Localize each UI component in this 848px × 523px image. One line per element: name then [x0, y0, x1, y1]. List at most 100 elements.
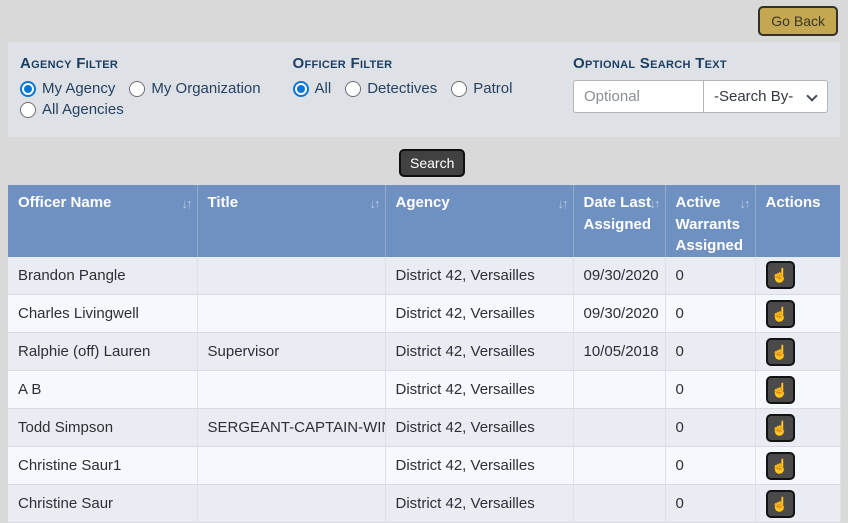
hand-pointer-icon: ☝ — [771, 307, 788, 321]
column-header-actions: Actions — [755, 185, 840, 257]
radio-option-patrol[interactable]: Patrol — [451, 80, 512, 97]
officer-filter-label: Officer Filter — [293, 55, 573, 72]
optional-search-input[interactable] — [573, 80, 703, 113]
sort-icon[interactable]: ↓↑ — [182, 193, 191, 215]
hand-pointer-icon: ☝ — [771, 268, 788, 282]
cell-title: Supervisor — [197, 333, 385, 371]
column-header-date-last-assigned[interactable]: Date Last Assigned↓↑ — [573, 185, 665, 257]
table-row: Christine Saur1 District 42, Versailles 0 ☝ — [8, 447, 840, 485]
cell-agency: District 42, Versailles — [385, 447, 573, 485]
officer-filter-options: All Detectives Patrol — [293, 80, 555, 97]
cell-officer-name: Ralphie (off) Lauren — [8, 333, 197, 371]
cell-actions: ☝ — [755, 485, 840, 523]
radio-option-detectives[interactable]: Detectives — [345, 80, 437, 97]
select-officer-button[interactable]: ☝ — [766, 376, 795, 404]
cell-officer-name: A B — [8, 371, 197, 409]
cell-date-last-assigned — [573, 485, 665, 523]
cell-date-last-assigned: 09/30/2020 — [573, 295, 665, 333]
select-officer-button[interactable]: ☝ — [766, 261, 795, 289]
column-header-active-warrants-assigned[interactable]: Active Warrants Assigned↓↑ — [665, 185, 755, 257]
cell-officer-name: Todd Simpson — [8, 409, 197, 447]
table-row: Charles Livingwell District 42, Versaille… — [8, 295, 840, 333]
radio-option-label: All — [315, 80, 332, 97]
select-officer-button[interactable]: ☝ — [766, 300, 795, 328]
radio-button-icon[interactable] — [129, 81, 145, 97]
radio-button-icon[interactable] — [20, 102, 36, 118]
cell-officer-name: Brandon Pangle — [8, 257, 197, 295]
radio-button-icon[interactable] — [20, 81, 36, 97]
cell-actions: ☝ — [755, 295, 840, 333]
cell-active-warrants: 0 — [665, 485, 755, 523]
select-officer-button[interactable]: ☝ — [766, 452, 795, 480]
search-controls: -Search By- — [573, 80, 828, 113]
cell-date-last-assigned: 10/05/2018 — [573, 333, 665, 371]
column-header-label: Active Warrants Assigned — [676, 194, 744, 254]
select-officer-button[interactable]: ☝ — [766, 338, 795, 366]
agency-filter-options: My Agency My Organization All Agencies — [20, 80, 282, 118]
radio-option-label: My Organization — [151, 80, 260, 97]
search-by-select[interactable]: -Search By- — [703, 80, 828, 113]
column-header-agency[interactable]: Agency ↓↑ — [385, 185, 573, 257]
optional-search-label: Optional Search Text — [573, 55, 828, 72]
radio-option-all[interactable]: All — [293, 80, 332, 97]
cell-agency: District 42, Versailles — [385, 371, 573, 409]
column-header-title[interactable]: Title ↓↑ — [197, 185, 385, 257]
filter-panel: Agency Filter My AgencyMy OrganizationAl… — [8, 42, 840, 137]
hand-pointer-icon: ☝ — [771, 345, 788, 359]
radio-option-label: Patrol — [473, 80, 512, 97]
sort-icon[interactable]: ↓↑ — [370, 193, 379, 215]
table-row: Christine SaurDistrict 42, Versailles0☝ — [8, 485, 840, 523]
hand-pointer-icon: ☝ — [771, 421, 788, 435]
column-header-label: Officer Name — [18, 194, 111, 211]
hand-pointer-icon: ☝ — [771, 383, 788, 397]
radio-button-icon[interactable] — [451, 81, 467, 97]
cell-actions: ☝ — [755, 257, 840, 295]
cell-active-warrants: 0 — [665, 257, 755, 295]
column-header-label: Actions — [766, 194, 821, 211]
cell-officer-name: Christine Saur1 — [8, 447, 197, 485]
column-header-label: Agency — [396, 194, 450, 211]
radio-button-icon[interactable] — [293, 81, 309, 97]
radio-option-label: All Agencies — [42, 101, 124, 118]
radio-option-all-agencies[interactable]: All Agencies — [20, 101, 124, 118]
table-row: Ralphie (off) LaurenSupervisorDistrict 4… — [8, 333, 840, 371]
cell-active-warrants: 0 — [665, 447, 755, 485]
cell-title — [197, 447, 385, 485]
table-header-row: Officer Name↓↑Title↓↑Agency↓↑Date Last A… — [8, 185, 840, 257]
cell-active-warrants: 0 — [665, 333, 755, 371]
radio-option-label: My Agency — [42, 80, 115, 97]
radio-option-label: Detectives — [367, 80, 437, 97]
go-back-button[interactable]: Go Back — [758, 6, 838, 36]
cell-active-warrants: 0 — [665, 295, 755, 333]
radio-option-my-agency[interactable]: My Agency — [20, 80, 115, 97]
column-header-officer-name[interactable]: Officer Name ↓↑ — [8, 185, 197, 257]
column-header-label: Date Last Assigned — [584, 194, 652, 233]
cell-title — [197, 257, 385, 295]
cell-agency: District 42, Versailles — [385, 295, 573, 333]
cell-agency: District 42, Versailles — [385, 409, 573, 447]
agency-filter-group: Agency Filter My AgencyMy OrganizationAl… — [20, 55, 293, 137]
sort-icon[interactable]: ↓↑ — [558, 193, 567, 215]
radio-button-icon[interactable] — [345, 81, 361, 97]
chevron-down-icon — [806, 90, 817, 101]
cell-date-last-assigned — [573, 447, 665, 485]
sort-icon[interactable]: ↓↑ — [740, 193, 749, 215]
radio-option-my-organization[interactable]: My Organization — [129, 80, 260, 97]
hand-pointer-icon: ☝ — [771, 459, 788, 473]
search-by-selected-value: -Search By- — [714, 88, 793, 105]
cell-agency: District 42, Versailles — [385, 333, 573, 371]
hand-pointer-icon: ☝ — [771, 497, 788, 511]
column-header-label: Title — [208, 194, 239, 211]
select-officer-button[interactable]: ☝ — [766, 490, 795, 518]
search-button[interactable]: Search — [399, 149, 465, 177]
cell-active-warrants: 0 — [665, 409, 755, 447]
cell-officer-name: Charles Livingwell — [8, 295, 197, 333]
select-officer-button[interactable]: ☝ — [766, 414, 795, 442]
table-row: Brandon PangleDistrict 42, Versailles09/… — [8, 257, 840, 295]
cell-agency: District 42, Versailles — [385, 485, 573, 523]
cell-title — [197, 485, 385, 523]
sort-icon[interactable]: ↓↑ — [650, 193, 659, 215]
cell-actions: ☝ — [755, 333, 840, 371]
cell-actions: ☝ — [755, 409, 840, 447]
cell-title — [197, 295, 385, 333]
